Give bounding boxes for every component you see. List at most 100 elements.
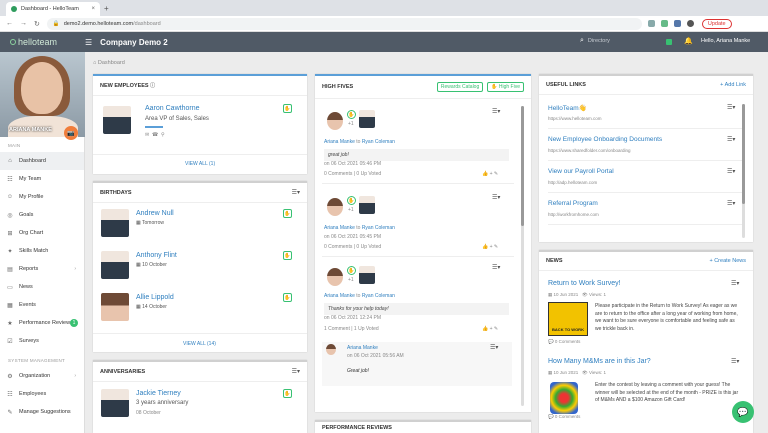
sidebar-item-org-chart[interactable]: ⊞ Org Chart [0,224,84,242]
high-five-icon[interactable]: ✋ [283,251,292,260]
view-all-link[interactable]: VIEW ALL (14) [183,341,216,347]
profile-icon[interactable] [686,20,694,27]
news-image[interactable]: BACK TO WORK [548,302,588,336]
create-news-button[interactable]: + Create News [709,258,746,264]
menu-toggle-icon[interactable]: ☰ [85,38,92,47]
anniversary-name[interactable]: Jackie Tierney [136,390,181,397]
high-five-icon[interactable]: ✋ [283,209,292,218]
employee-name[interactable]: Aaron Cawthorne [145,105,199,112]
sidebar-item-goals[interactable]: ◎ Goals [0,206,84,224]
post-stats[interactable]: 0 Comments | 0 Up Voted [324,244,381,250]
avatar[interactable] [327,198,343,216]
sidebar-item-organization[interactable]: ⚙ Organization › [0,367,84,385]
profile-photo[interactable]: ARIANA MANKE [0,52,85,137]
news-title[interactable]: How Many M&Ms are in this Jar? [548,358,651,365]
view-all-link[interactable]: VIEW ALL (1) [185,161,215,167]
menu-icon[interactable]: ☰▾ [492,194,500,201]
link-title[interactable]: HelloTeam👋 [548,104,587,112]
directory-search[interactable]: ⌕ Directory [580,37,610,45]
menu-icon[interactable]: ☰▾ [727,200,735,207]
sidebar-item-events[interactable]: ▦ Events [0,296,84,314]
avatar[interactable] [101,293,129,321]
menu-icon[interactable]: ☰▾ [492,264,500,271]
birthday-name[interactable]: Andrew Null [136,210,174,217]
sidebar-item-surveys[interactable]: ☑ Surveys [0,332,84,350]
high-five-icon[interactable]: ✋ [283,104,292,113]
link-title[interactable]: Referral Program [548,200,598,207]
menu-icon[interactable]: ☰▾ [727,104,735,111]
extension-icon[interactable] [673,20,681,27]
status-icon[interactable] [666,39,672,45]
chat-icon[interactable]: 💬 [732,401,754,423]
reply-author[interactable]: Ariana Manke [347,345,378,351]
avatar[interactable] [327,112,343,130]
bell-icon[interactable]: 🔔 [684,37,693,45]
reaction-icons[interactable]: 👍 + ✎ [482,244,498,250]
avatar[interactable] [101,209,129,237]
scrollbar-thumb[interactable] [521,106,524,226]
news-comments[interactable]: 💬 0 Comments [548,339,580,345]
link-title[interactable]: New Employee Onboarding Documents [548,136,662,143]
avatar[interactable] [359,266,375,284]
to-name[interactable]: Ryan Coleman [362,225,395,231]
forward-icon[interactable]: → [20,20,27,27]
rewards-catalog-button[interactable]: Rewards Catalog [436,82,484,92]
back-icon[interactable]: ← [6,20,13,27]
sidebar-item-reports[interactable]: ▤ Reports › [0,260,84,278]
menu-icon[interactable]: ☰▾ [490,344,498,351]
extension-icon[interactable] [660,20,668,27]
high-five-icon[interactable]: ✋ [283,293,292,302]
avatar[interactable] [359,110,375,128]
reload-icon[interactable]: ↻ [34,20,40,28]
avatar[interactable] [359,196,375,214]
menu-icon[interactable]: ☰▾ [727,168,735,175]
sidebar-item-skills-match[interactable]: ✦ Skills Match [0,242,84,260]
avatar[interactable] [326,344,336,355]
post-stats[interactable]: 1 Comment | 1 Up Voted [324,326,379,332]
address-bar[interactable]: 🔒 demo2.demo.helloteam.com/dashboard [46,17,642,30]
menu-icon[interactable]: ☰▾ [731,280,739,287]
to-name[interactable]: Ryan Coleman [362,293,395,299]
from-name[interactable]: Ariana Manke [324,139,355,145]
contact-icons[interactable]: ✉ ☎ ⚲ [145,132,165,138]
post-stats[interactable]: 0 Comments | 0 Up Voted [324,171,381,177]
sidebar-item-dashboard[interactable]: ⌂ Dashboard [0,152,84,170]
sidebar-item-performance-reviews[interactable]: ★ Performance Reviews 1 [0,314,84,332]
menu-icon[interactable]: ☰▾ [292,189,300,196]
news-image[interactable] [550,382,578,414]
from-name[interactable]: Ariana Manke [324,225,355,231]
logo[interactable]: helloteam [0,37,85,47]
sidebar-item-manage-suggestions[interactable]: ✎ Manage Suggestions [0,403,84,421]
sidebar-item-my-profile[interactable]: ☺ My Profile [0,188,84,206]
scrollbar-thumb[interactable] [742,104,745,204]
avatar[interactable] [101,389,129,417]
avatar[interactable] [101,251,129,279]
news-title[interactable]: Return to Work Survey! [548,280,621,287]
high-five-icon[interactable]: ✋ [283,389,292,398]
reaction-icons[interactable]: 👍 + ✎ [482,326,498,332]
sidebar-item-employees[interactable]: ☷ Employees [0,385,84,403]
menu-icon[interactable]: ☰▾ [292,368,300,375]
to-name[interactable]: Ryan Coleman [362,139,395,145]
link-title[interactable]: View our Payroll Portal [548,168,614,175]
birthday-name[interactable]: Allie Lippold [136,294,174,301]
birthday-name[interactable]: Anthony Flint [136,252,177,259]
avatar[interactable] [103,106,131,134]
menu-icon[interactable]: ☰▾ [731,358,739,365]
reaction-icons[interactable]: 👍 + ✎ [482,171,498,177]
from-name[interactable]: Ariana Manke [324,293,355,299]
new-tab-icon[interactable]: + [104,4,109,13]
avatar[interactable] [327,268,343,286]
add-link-button[interactable]: + Add Link [720,82,746,88]
close-tab-icon[interactable]: × [91,6,95,12]
news-comments[interactable]: 💬 0 Comments [548,414,580,420]
breadcrumb[interactable]: ⌂ Dashboard [93,60,125,66]
update-button[interactable]: Update [701,18,732,29]
sidebar-item-my-team[interactable]: ☷ My Team [0,170,84,188]
menu-icon[interactable]: ☰▾ [492,108,500,115]
camera-icon[interactable]: 📷 [64,126,78,140]
sidebar-item-news[interactable]: ▭ News [0,278,84,296]
browser-tab[interactable]: Dashboard - HelloTeam × [6,2,100,16]
user-menu[interactable]: Hello, Ariana Manke [701,38,750,44]
extension-icon[interactable] [647,20,655,27]
